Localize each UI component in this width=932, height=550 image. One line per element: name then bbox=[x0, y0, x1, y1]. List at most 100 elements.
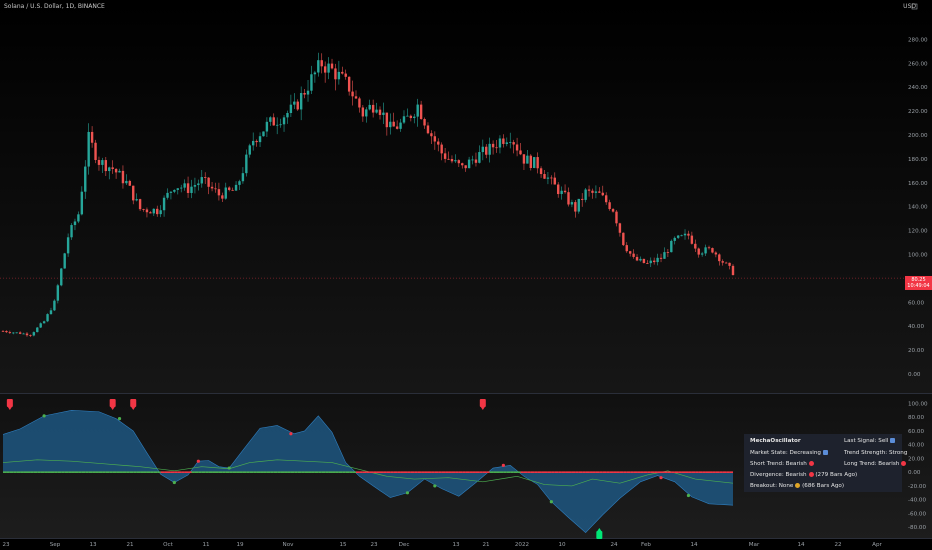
oscillator-axis-tick: 100.00 bbox=[908, 401, 928, 407]
candle-body bbox=[162, 197, 166, 211]
candle-body bbox=[217, 189, 221, 196]
candle-body bbox=[618, 223, 622, 233]
candle-body bbox=[478, 152, 481, 163]
candle-body bbox=[673, 237, 676, 241]
candle-body bbox=[53, 300, 56, 311]
candle-body bbox=[1, 330, 5, 332]
candle-body bbox=[519, 150, 522, 155]
candle-body bbox=[97, 159, 101, 165]
candle-body bbox=[543, 174, 546, 179]
candle-body bbox=[18, 332, 22, 334]
candle-body bbox=[471, 159, 474, 161]
down-arrow-icon bbox=[822, 450, 828, 455]
candle-body bbox=[234, 184, 238, 191]
candle-body bbox=[652, 260, 656, 263]
candle-body bbox=[135, 199, 138, 201]
candle-body bbox=[121, 170, 125, 184]
price-axis-tick: 0.00 bbox=[908, 372, 921, 378]
candle-body bbox=[296, 101, 299, 110]
candle-body bbox=[272, 117, 275, 126]
candle-body bbox=[149, 212, 152, 214]
candle-body bbox=[63, 253, 66, 269]
price-axis-tick: 20.00 bbox=[908, 348, 924, 354]
candle-body bbox=[186, 183, 190, 193]
price-axis-tick: 160.00 bbox=[908, 181, 928, 187]
candle-body bbox=[502, 138, 505, 144]
candle-body bbox=[334, 68, 337, 80]
candle-body bbox=[481, 146, 485, 153]
candle-body bbox=[450, 159, 454, 162]
candle-body bbox=[251, 140, 255, 146]
arrow-icon bbox=[890, 438, 896, 443]
candle-body bbox=[46, 314, 49, 322]
candle-body bbox=[241, 173, 245, 182]
candle-body bbox=[8, 332, 12, 333]
time-axis-tick: 2022 bbox=[515, 542, 529, 548]
candle-body bbox=[320, 60, 323, 67]
candle-body bbox=[368, 104, 371, 110]
candle-body bbox=[697, 248, 700, 255]
candle-body bbox=[437, 141, 440, 145]
pivot-dot bbox=[172, 480, 176, 485]
candle-body bbox=[299, 93, 303, 110]
candle-body bbox=[358, 98, 361, 108]
price-axis-tick: 200.00 bbox=[908, 133, 928, 139]
candle-body bbox=[210, 186, 214, 189]
candle-body bbox=[114, 168, 118, 173]
candle-body bbox=[310, 74, 313, 91]
candle-body bbox=[402, 116, 406, 123]
candle-body bbox=[108, 167, 111, 172]
candle-body bbox=[169, 191, 173, 193]
candle-body bbox=[190, 186, 193, 193]
candle-body bbox=[615, 211, 618, 224]
candle-body bbox=[598, 191, 601, 193]
candle-body bbox=[642, 258, 646, 263]
candle-body bbox=[550, 177, 553, 179]
sell-signal-marker bbox=[479, 399, 486, 407]
time-axis-tick: 13 bbox=[89, 542, 97, 548]
long-trend-row: Long Trend: Bearish bbox=[844, 461, 907, 467]
candle-body bbox=[248, 145, 251, 155]
candle-body bbox=[687, 233, 690, 236]
candle-body bbox=[101, 160, 104, 165]
candle-body bbox=[344, 73, 347, 77]
pivot-dot bbox=[501, 463, 505, 467]
sell-signal-marker bbox=[6, 399, 13, 407]
candle-body bbox=[66, 237, 70, 254]
time-axis-tick: 10 bbox=[558, 542, 566, 548]
candle-body bbox=[683, 233, 687, 236]
candle-body bbox=[183, 183, 186, 188]
candle-body bbox=[707, 247, 711, 249]
candle-body bbox=[80, 191, 84, 215]
pivot-dot bbox=[433, 484, 437, 488]
oscillator-axis-tick: 40.00 bbox=[908, 443, 924, 449]
candle-body bbox=[731, 265, 735, 276]
candle-body bbox=[447, 158, 450, 160]
candle-body bbox=[128, 180, 132, 186]
short-trend-row: Short Trend: Bearish bbox=[750, 461, 814, 467]
candle-body bbox=[118, 170, 121, 173]
candle-body bbox=[262, 131, 265, 137]
candle-body bbox=[574, 202, 577, 212]
table-title: MechaOscillator bbox=[750, 438, 801, 444]
candle-body bbox=[467, 159, 471, 169]
candle-body bbox=[269, 117, 272, 122]
breakout-text: Breakout: None bbox=[750, 483, 794, 489]
candle-body bbox=[676, 235, 680, 238]
currency-label: USD bbox=[903, 3, 916, 10]
candle-body bbox=[395, 126, 399, 129]
candle-body bbox=[392, 121, 395, 127]
candle-body bbox=[330, 63, 334, 69]
candle-body bbox=[73, 221, 77, 226]
neutral-face-icon bbox=[795, 483, 801, 488]
candle-body bbox=[227, 187, 231, 190]
price-pane-bg bbox=[0, 0, 932, 393]
candle-body bbox=[423, 119, 426, 126]
candle-body bbox=[601, 192, 604, 196]
candle-body bbox=[670, 240, 673, 253]
candle-body bbox=[29, 335, 32, 337]
candle-body bbox=[238, 181, 241, 185]
candle-body bbox=[567, 192, 570, 205]
candle-body bbox=[557, 184, 560, 195]
candle-body bbox=[389, 121, 392, 128]
